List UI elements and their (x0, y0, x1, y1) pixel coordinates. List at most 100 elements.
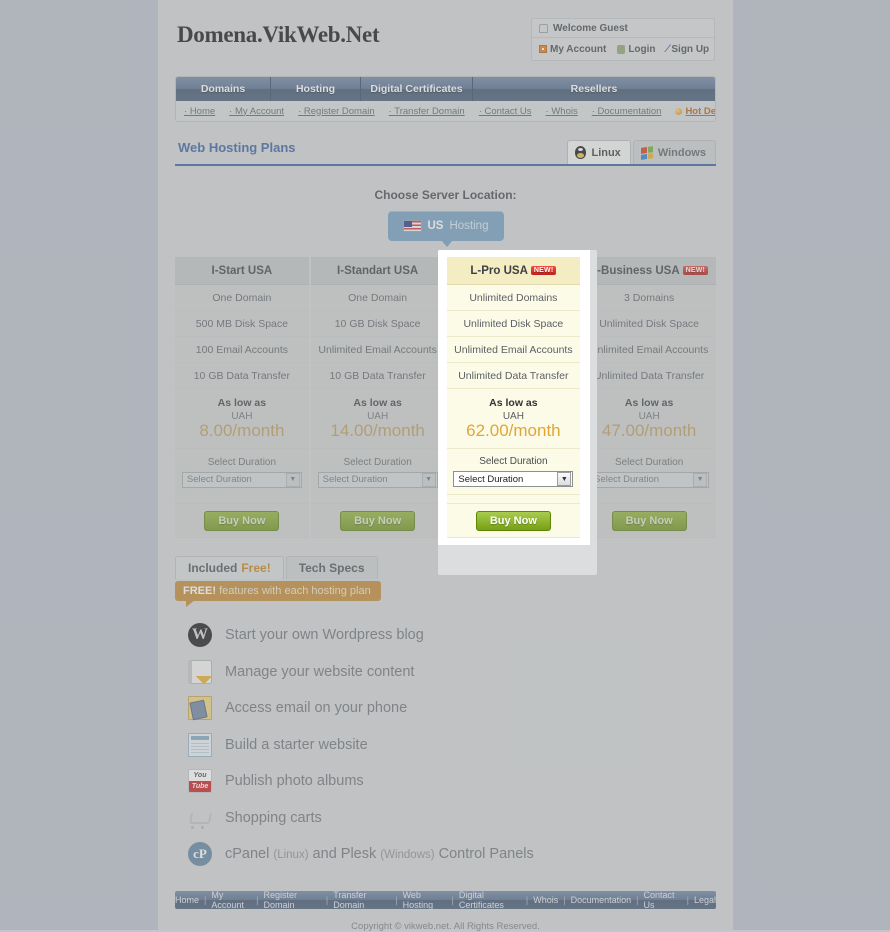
list-item: You Tube Publish photo albums (188, 763, 716, 800)
plan-name: L-Business USA NEW! (582, 257, 716, 285)
plan-price: 8.00/month (199, 420, 285, 440)
page-title: Web Hosting Plans (178, 140, 296, 155)
tooltip-bold: FREE! (183, 585, 216, 597)
footer-separator: | (395, 894, 398, 905)
duration-select[interactable]: Select Duration ▼ (453, 471, 574, 487)
os-tab-bar: Linux Windows (567, 140, 716, 164)
plan-column-i-standart-usa: I-Standart USA One Domain 10 GB Disk Spa… (310, 257, 445, 538)
shopping-cart-icon (188, 806, 212, 830)
subnav-item-register-domain[interactable]: Register Domain (298, 106, 375, 117)
plan-price: 47.00/month (601, 420, 697, 440)
document-edit-icon (188, 659, 212, 684)
plan-feature: Unlimited Disk Space (446, 311, 581, 337)
subnav-item-home[interactable]: Home (184, 106, 215, 117)
us-hosting-button[interactable]: US Hosting (387, 211, 504, 247)
new-badge: NEW! (682, 266, 709, 275)
cpanel-text-2: and Plesk (308, 846, 381, 863)
signup-link[interactable]: ⁄ Sign Up (667, 43, 710, 55)
feature-label: Publish photo albums (225, 773, 364, 790)
new-badge: NEW! (530, 266, 557, 275)
buy-now-button[interactable]: Buy Now (611, 510, 687, 531)
youtube-icon: You Tube (188, 769, 212, 794)
plan-feature: Unlimited Data Transfer (446, 363, 581, 389)
subnav-item-transfer-domain[interactable]: Transfer Domain (389, 106, 464, 117)
tab-linux[interactable]: Linux (567, 140, 631, 164)
nav-item-digital-certificates[interactable]: Digital Certificates (361, 77, 473, 101)
duration-select-value: Select Duration (594, 474, 660, 485)
subnav-item-hot-deals[interactable]: Hot Deals!!! (675, 105, 716, 117)
duration-select[interactable]: Select Duration ▼ (181, 471, 302, 488)
tooltip-text: features with each hosting plan (219, 585, 371, 597)
feature-list: W Start your own Wordpress blog Manage y… (188, 617, 716, 873)
duration-select[interactable]: Select Duration ▼ (317, 471, 438, 488)
tab-windows[interactable]: Windows (632, 140, 716, 164)
subnav-item-documentation[interactable]: Documentation (592, 106, 662, 117)
list-item: cP cPanel (Linux) and Plesk (Windows) Co… (188, 836, 716, 873)
subnav-item-contact-us[interactable]: Contact Us (479, 106, 532, 117)
footer-separator: | (325, 894, 329, 905)
plan-feature: Unlimited Email Accounts (446, 337, 581, 363)
nav-item-hosting[interactable]: Hosting (271, 77, 361, 101)
login-link[interactable]: Login (617, 44, 656, 55)
plan-price-block: As low as UAH 47.00/month (582, 389, 716, 449)
as-low-as-label: As low as (353, 396, 402, 409)
site-logo[interactable]: Domena.VikWeb.Net (177, 22, 380, 48)
plan-feature: 100 Email Accounts (175, 337, 309, 363)
buy-now-button[interactable]: Buy Now (204, 510, 280, 531)
my-account-link[interactable]: My Account (539, 44, 606, 55)
footer-link-web-hosting[interactable]: Web Hosting (403, 890, 447, 910)
list-item: Shopping carts (188, 800, 716, 837)
footer-link-whois[interactable]: Whois (533, 895, 558, 905)
chevron-down-icon: ▼ (421, 472, 436, 487)
duration-select-value: Select Duration (186, 474, 252, 485)
chevron-down-icon: ▼ (693, 472, 708, 487)
buy-now-button[interactable]: Buy Now (340, 510, 416, 531)
duration-label: Select Duration (479, 456, 548, 467)
subnav-item-my-account[interactable]: My Account (229, 106, 284, 117)
footer-link-my-account[interactable]: My Account (211, 890, 251, 910)
chevron-down-icon: ▼ (285, 472, 300, 487)
row-separator (446, 495, 581, 504)
plan-feature: 3 Domains (582, 285, 716, 311)
secondary-nav: Home My Account Register Domain Transfer… (176, 101, 715, 121)
plan-duration-block: Select Duration Select Duration ▼ (310, 449, 445, 495)
plan-feature: 10 GB Data Transfer (310, 363, 445, 389)
tab-linux-label: Linux (591, 146, 621, 159)
cpanel-text-0: cPanel (225, 846, 274, 863)
feature-label: Shopping carts (225, 809, 322, 826)
duration-select[interactable]: Select Duration ▼ (589, 471, 710, 488)
list-item: Build a starter website (188, 727, 716, 764)
us-hosting-rest: Hosting (449, 220, 489, 232)
site-header: Domena.VikWeb.Net Welcome Guest My Accou… (170, 0, 721, 76)
footer-separator: | (204, 894, 207, 905)
subnav-item-whois[interactable]: Whois (546, 106, 577, 117)
footer-link-home[interactable]: Home (175, 895, 199, 905)
user-account-box: Welcome Guest My Account Login ⁄ Sign Up (531, 18, 715, 61)
nav-item-resellers[interactable]: Resellers (473, 77, 715, 101)
plan-feature: 10 GB Disk Space (310, 311, 445, 337)
primary-nav: Domains Hosting Digital Certificates Res… (176, 77, 715, 101)
plan-feature: Unlimited Domains (446, 285, 581, 311)
navigation-block: Domains Hosting Digital Certificates Res… (175, 76, 716, 122)
nav-item-domains[interactable]: Domains (176, 77, 271, 101)
footer-link-documentation[interactable]: Documentation (571, 895, 632, 905)
plan-buy-block: Buy Now (175, 504, 309, 538)
lock-icon (617, 44, 626, 54)
page-content-column: Domena.VikWeb.Net Welcome Guest My Accou… (158, 0, 733, 932)
row-separator (175, 495, 309, 504)
tab-tech-specs[interactable]: Tech Specs (285, 556, 378, 579)
as-low-as-label: As low as (624, 396, 674, 409)
section-header: Web Hosting Plans Linux Windows (175, 138, 716, 166)
footer-link-contact-us[interactable]: Contact Us (644, 890, 682, 910)
hot-deals-label: Hot Deals!!! (685, 105, 716, 117)
plan-price: 14.00/month (330, 420, 425, 440)
welcome-row: Welcome Guest (532, 19, 714, 38)
buy-now-button[interactable]: Buy Now (475, 510, 551, 531)
plan-column-l-business-usa: L-Business USA NEW! 3 Domains Unlimited … (582, 257, 716, 538)
cpanel-text-4: Control Panels (434, 846, 534, 863)
tab-included-free[interactable]: Included Free! (175, 556, 284, 579)
footer-link-transfer-domain[interactable]: Transfer Domain (333, 890, 390, 910)
footer-link-digital-certificates[interactable]: Digital Certificates (459, 890, 521, 910)
footer-link-legal[interactable]: Legal (694, 895, 716, 905)
footer-link-register-domain[interactable]: Register Domain (264, 890, 321, 910)
